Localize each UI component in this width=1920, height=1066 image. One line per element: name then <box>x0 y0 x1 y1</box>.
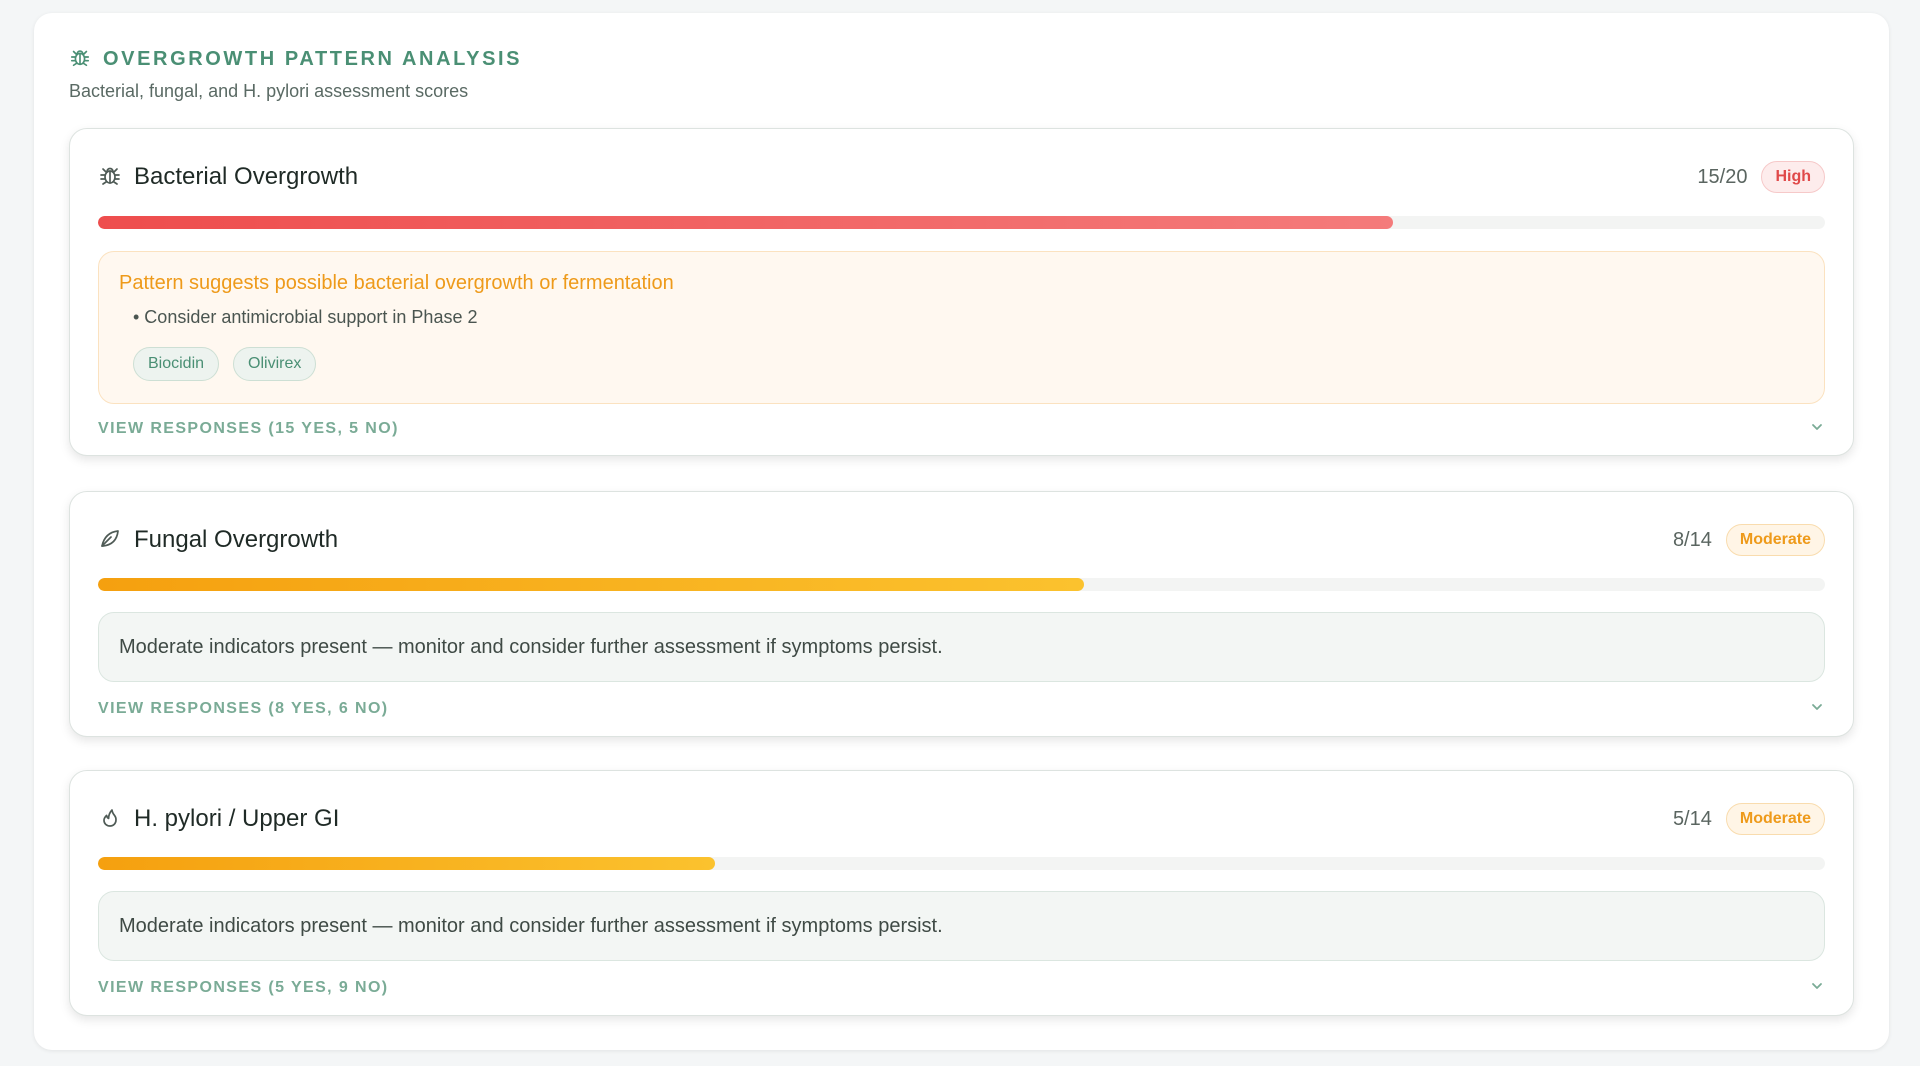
score-progress-fill <box>98 857 715 870</box>
supplement-chips: Biocidin Olivirex <box>133 347 317 381</box>
score-progress-bar <box>98 216 1825 229</box>
card-title: Bacterial Overgrowth <box>134 163 359 190</box>
recommendation-alert: Pattern suggests possible bacterial over… <box>98 251 1825 404</box>
bug-icon <box>69 46 91 73</box>
score-value: 8/14 <box>1672 528 1712 551</box>
card-h-pylori-upper-gi: H. pylori / Upper GI 5/14 Moderate Moder… <box>69 770 1854 1016</box>
overgrowth-panel: OVERGROWTH PATTERN ANALYSIS Bacterial, f… <box>34 13 1889 1050</box>
score-progress-bar <box>98 857 1825 870</box>
score-progress-fill <box>98 578 1085 591</box>
card-fungal-overgrowth: Fungal Overgrowth 8/14 Moderate Moderate… <box>69 491 1854 737</box>
panel-header: OVERGROWTH PATTERN ANALYSIS Bacterial, f… <box>69 45 522 102</box>
assessment-note: Moderate indicators present — monitor an… <box>98 891 1825 961</box>
chip-biocidin[interactable]: Biocidin <box>133 347 220 381</box>
alert-bullet: • Consider antimicrobial support in Phas… <box>133 307 478 327</box>
note-text: Moderate indicators present — monitor an… <box>119 635 943 658</box>
chip-olivirex[interactable]: Olivirex <box>233 347 317 381</box>
score-value: 15/20 <box>1697 165 1748 188</box>
score-progress-bar <box>98 578 1825 591</box>
panel-title-row: OVERGROWTH PATTERN ANALYSIS <box>69 45 522 73</box>
view-responses-label: VIEW RESPONSES (8 YES, 6 NO) <box>98 700 389 717</box>
alert-title: Pattern suggests possible bacterial over… <box>119 272 674 294</box>
score-value: 5/14 <box>1672 807 1712 830</box>
card-bacterial-overgrowth: Bacterial Overgrowth 15/20 High Pattern … <box>69 128 1854 456</box>
bug-icon <box>98 163 122 192</box>
panel-title: OVERGROWTH PATTERN ANALYSIS <box>103 47 523 70</box>
severity-badge: High <box>1761 161 1825 193</box>
note-text: Moderate indicators present — monitor an… <box>119 914 943 937</box>
card-header: H. pylori / Upper GI 5/14 Moderate <box>98 801 1825 837</box>
card-title: H. pylori / Upper GI <box>134 805 340 832</box>
view-responses-toggle[interactable]: VIEW RESPONSES (8 YES, 6 NO) <box>98 697 1825 721</box>
leaf-icon <box>98 526 122 555</box>
view-responses-label: VIEW RESPONSES (5 YES, 9 NO) <box>98 979 389 996</box>
card-header: Fungal Overgrowth 8/14 Moderate <box>98 522 1825 558</box>
card-header: Bacterial Overgrowth 15/20 High <box>98 159 1825 195</box>
assessment-note: Moderate indicators present — monitor an… <box>98 612 1825 682</box>
view-responses-toggle[interactable]: VIEW RESPONSES (5 YES, 9 NO) <box>98 976 1825 1000</box>
view-responses-label: VIEW RESPONSES (15 YES, 5 NO) <box>98 420 399 437</box>
chevron-down-icon <box>1809 978 1825 999</box>
chevron-down-icon <box>1809 699 1825 720</box>
chevron-down-icon <box>1809 419 1825 440</box>
flame-icon <box>98 805 122 834</box>
score-progress-fill <box>98 216 1394 229</box>
panel-subtitle: Bacterial, fungal, and H. pylori assessm… <box>69 81 469 101</box>
severity-badge: Moderate <box>1725 524 1825 556</box>
card-title: Fungal Overgrowth <box>134 526 339 553</box>
severity-badge: Moderate <box>1725 803 1825 835</box>
view-responses-toggle[interactable]: VIEW RESPONSES (15 YES, 5 NO) <box>98 417 1825 441</box>
